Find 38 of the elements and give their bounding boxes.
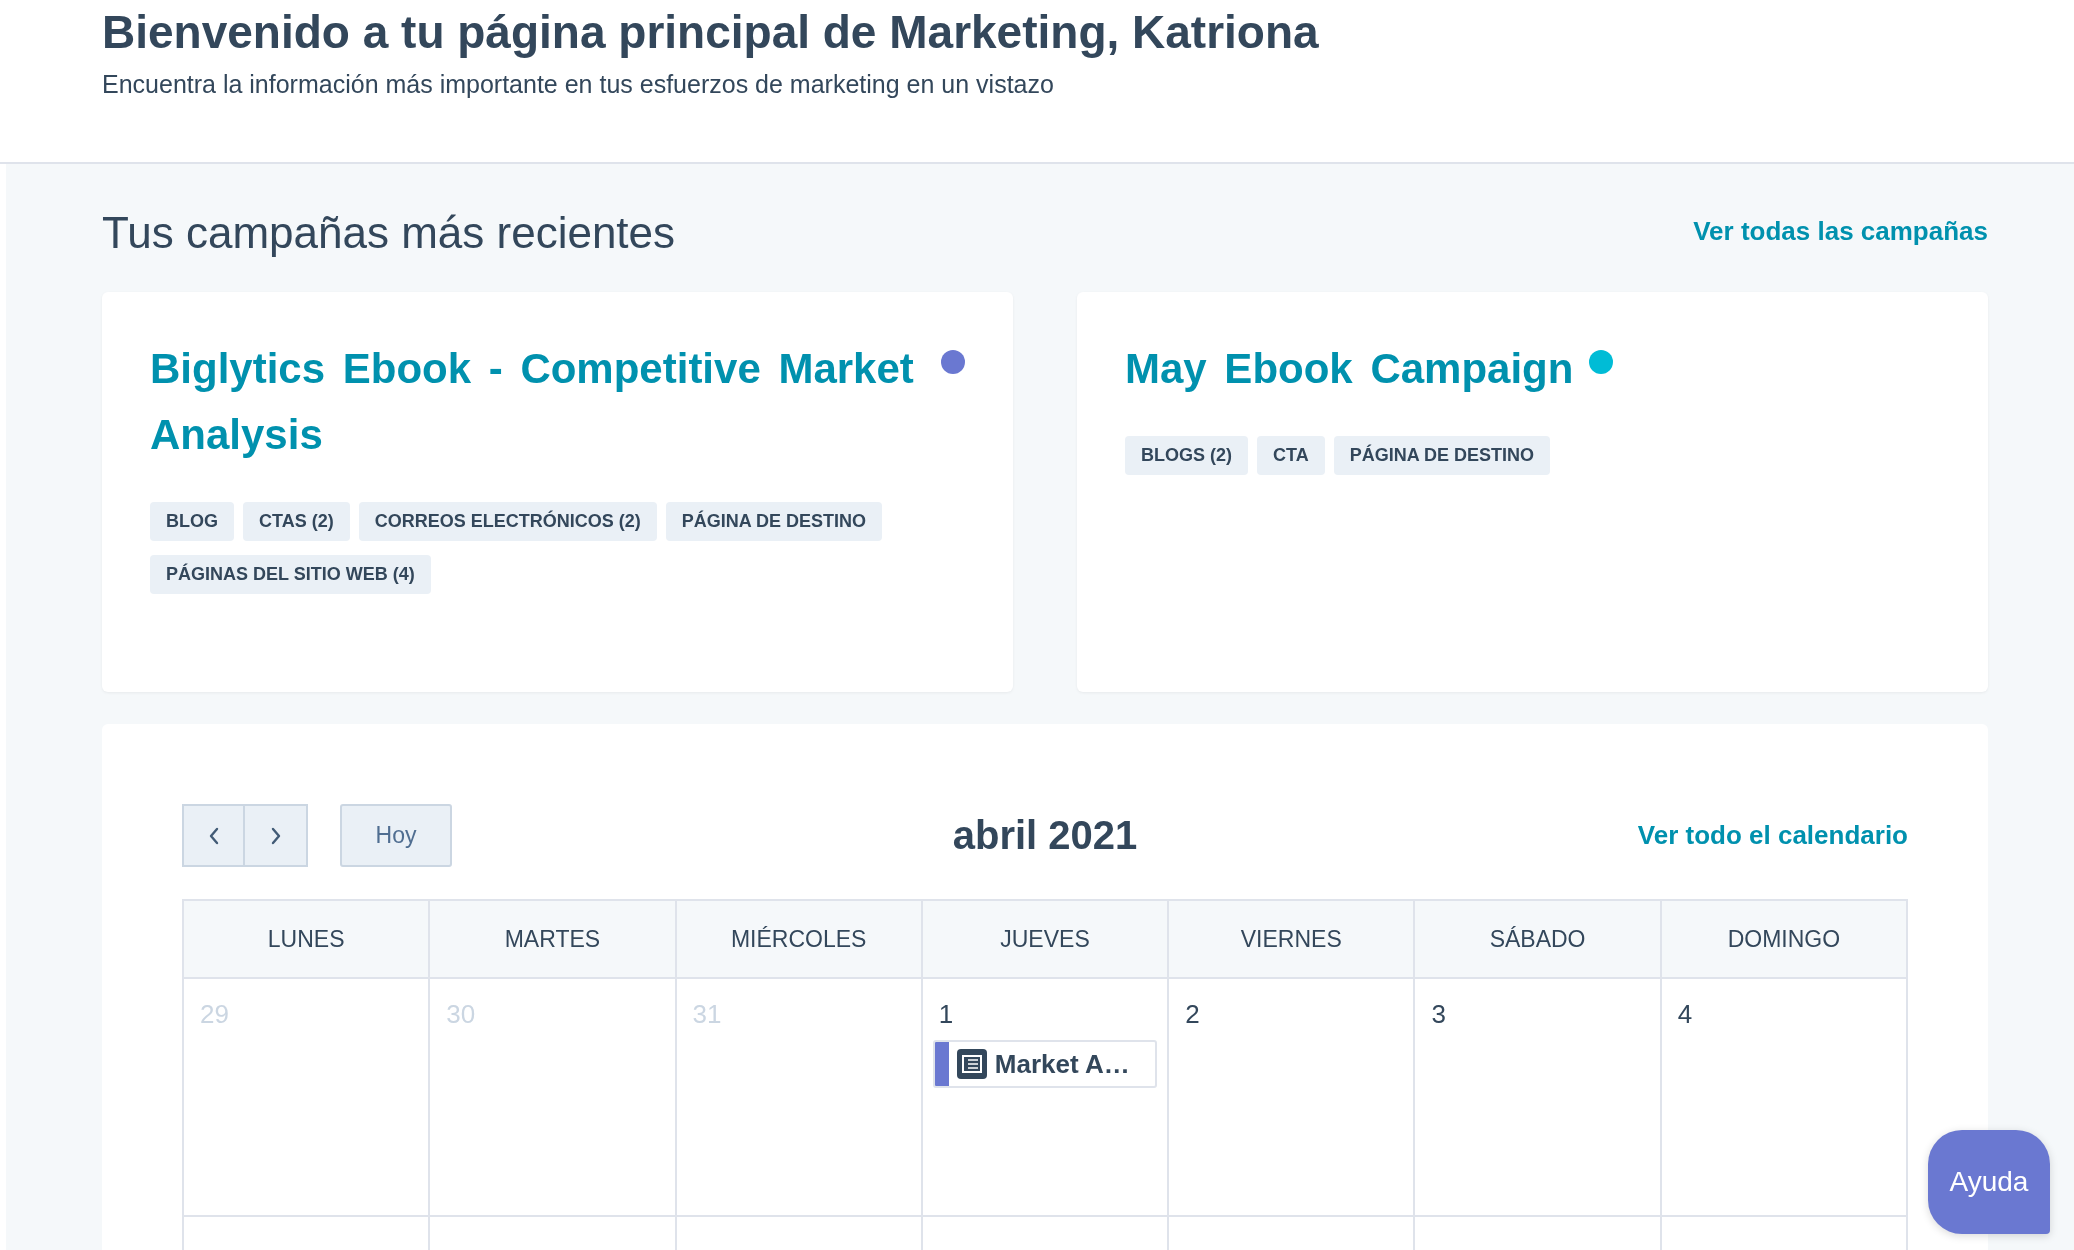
month-title: abril 2021 xyxy=(952,813,1138,858)
calendar-event[interactable]: Market A… xyxy=(932,1040,1158,1088)
weekday-header: JUEVES xyxy=(922,901,1170,979)
asset-tag: BLOG xyxy=(150,502,234,541)
previous-button[interactable] xyxy=(182,804,245,867)
help-button[interactable]: Ayuda xyxy=(1928,1130,2050,1234)
all-campaigns-link[interactable]: Ver todas las campañas xyxy=(1693,216,1988,247)
weekday-header: MIÉRCOLES xyxy=(676,901,923,979)
weekday-header: MARTES xyxy=(430,901,677,979)
page-subtitle: Encuentra la información más importante en tus esfuerzos de marketing en un vistazo xyxy=(102,70,1055,99)
full-calendar-link[interactable]: Ver todo el calendario xyxy=(1637,820,1908,850)
document-icon xyxy=(956,1049,987,1079)
asset-tag: PÁGINA DE DESTINO xyxy=(665,502,883,541)
day-cell[interactable]: 2 xyxy=(1169,979,1416,1217)
event-title: Market A… xyxy=(994,1048,1130,1080)
campaign-title-link[interactable]: Biglytics Ebook - Competitive Market Analysis xyxy=(150,336,925,468)
weekday-header: DOMINGO xyxy=(1661,901,1908,979)
weekday-header: SÁBADO xyxy=(1415,901,1662,979)
page-title: Bienvenido a tu página principal de Marketing, Katriona xyxy=(102,5,1320,60)
day-cell[interactable]: 3 xyxy=(1415,979,1662,1217)
asset-tag: BLOGS (2) xyxy=(1125,436,1248,475)
day-cell[interactable]: 4 xyxy=(1661,979,1908,1217)
day-number: 3 xyxy=(1430,999,1446,1030)
day-cell[interactable]: 1 Market A… xyxy=(922,979,1170,1217)
section-title: Tus campañas más recientes xyxy=(102,207,676,259)
day-number: 2 xyxy=(1184,999,1200,1030)
day-number: 1 xyxy=(937,999,954,1030)
asset-tag: CTAS (2) xyxy=(243,502,350,541)
asset-tag: CORREOS ELECTRÓNICOS (2) xyxy=(358,502,657,541)
campaign-title-link[interactable]: May Ebook Campaign xyxy=(1125,336,1574,402)
asset-tag: PÁGINA DE DESTINO xyxy=(1333,436,1551,475)
asset-tag: CTA xyxy=(1257,436,1325,475)
next-button[interactable] xyxy=(245,804,308,867)
weekday-header: LUNES xyxy=(184,901,431,979)
weekday-header: VIERNES xyxy=(1169,901,1416,979)
asset-tag: PÁGINAS DEL SITIO WEB (4) xyxy=(150,555,431,594)
today-button[interactable]: Hoy xyxy=(340,804,452,867)
day-number: 4 xyxy=(1676,999,1693,1030)
